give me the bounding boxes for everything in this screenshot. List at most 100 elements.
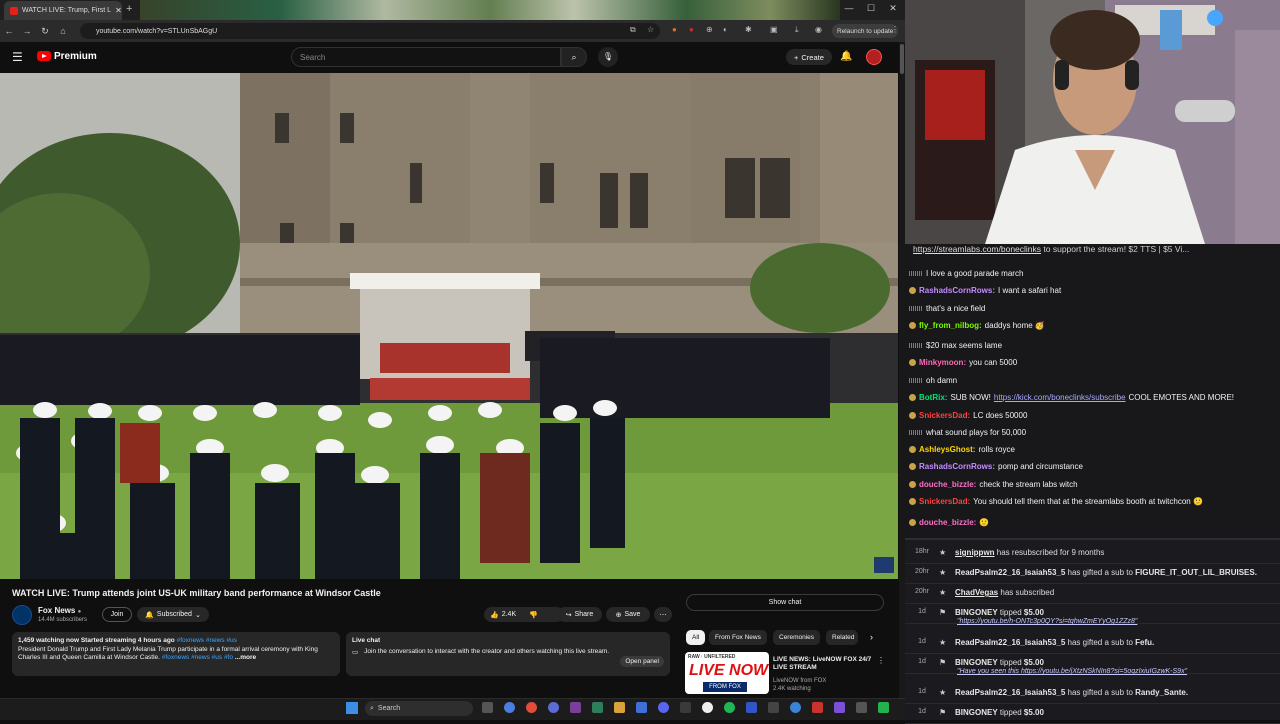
chip-all[interactable]: All (686, 630, 706, 645)
youtube-logo-icon[interactable] (37, 51, 51, 61)
save-button[interactable]: ⊕ Save (606, 607, 650, 622)
app-icon[interactable] (834, 702, 845, 713)
obs-icon[interactable] (702, 702, 713, 713)
chat-link[interactable]: https://kick.com/boneclinks/subscribe (994, 393, 1126, 402)
chat-username[interactable]: douche_bizzle: (919, 480, 976, 489)
event-message[interactable]: "https://youtu.be/h-ONTc3p0QY?si=tqhwZmE… (957, 618, 1137, 625)
event-user[interactable]: ChadVegas (955, 588, 998, 597)
chat-username[interactable]: douche_bizzle: (919, 518, 976, 527)
more-actions-icon[interactable]: ⋯ (654, 607, 672, 622)
browser-menu-icon[interactable]: ⋮ (891, 25, 899, 34)
chat-username[interactable]: RashadsCornRows: (919, 286, 995, 295)
app-icon[interactable] (636, 702, 647, 713)
app-icon[interactable] (680, 702, 691, 713)
chat-banner-link[interactable]: https://streamlabs.com/boneclinks (913, 244, 1041, 254)
home-icon[interactable]: ⌂ (54, 26, 72, 36)
maximize-icon[interactable]: ☐ (860, 3, 882, 14)
bookmark-star-icon[interactable]: ☆ (647, 25, 654, 34)
extensions-puzzle-icon[interactable]: ✱ (745, 25, 752, 34)
chip-related[interactable]: Related (826, 630, 858, 645)
event-user[interactable]: ReadPsalm22_16_Isaiah53_5 (955, 568, 1065, 577)
video-player[interactable] (0, 73, 898, 579)
forward-icon[interactable]: → (18, 26, 36, 36)
browser-tab[interactable]: WATCH LIVE: Trump, First L ✕ (4, 1, 122, 20)
show-chat-button[interactable]: Show chat (686, 594, 884, 611)
avatar[interactable] (866, 49, 882, 65)
windows-start-icon[interactable] (346, 702, 358, 714)
event-user[interactable]: ReadPsalm22_16_Isaiah53_5 (955, 688, 1065, 697)
download-icon[interactable]: ⤓ (795, 25, 799, 35)
event-user[interactable]: BINGONEY (955, 658, 998, 667)
event-user[interactable]: signippwn (955, 548, 995, 557)
spotify-icon[interactable] (724, 702, 735, 713)
app-icon[interactable] (878, 702, 889, 713)
chat-username[interactable]: RashadsCornRows: (919, 462, 995, 471)
chrome-icon[interactable] (526, 702, 537, 713)
chip-from-fox-news[interactable]: From Fox News (709, 630, 767, 645)
like-icon[interactable]: 👍 (490, 611, 499, 619)
chat-username[interactable]: AshleysGhost: (919, 445, 975, 454)
close-tab-icon[interactable]: ✕ (115, 6, 122, 15)
scrollbar-thumb[interactable] (900, 44, 904, 74)
extension-icon[interactable]: ◐ (723, 25, 728, 34)
chat-username[interactable]: SnickersDad: (919, 411, 970, 420)
youtube-premium-label[interactable]: Premium (54, 51, 97, 62)
microphone-icon[interactable]: 🎙 (598, 47, 618, 67)
hamburger-menu-icon[interactable]: ☰ (12, 50, 23, 64)
edge-icon[interactable] (504, 702, 515, 713)
event-user[interactable]: ReadPsalm22_16_Isaiah53_5 (955, 638, 1065, 647)
extension-icon[interactable]: ● (689, 25, 694, 34)
back-icon[interactable]: ← (0, 26, 18, 36)
app-icon[interactable] (592, 702, 603, 713)
recommended-menu-icon[interactable]: ⋮ (877, 656, 885, 665)
new-tab-icon[interactable]: + (126, 3, 132, 15)
app-icon[interactable] (570, 702, 581, 713)
recommended-channel[interactable]: LiveNOW from FOX (773, 678, 826, 684)
app-icon[interactable] (548, 702, 559, 713)
chevron-right-icon[interactable]: › (870, 632, 873, 642)
app-icon[interactable] (746, 702, 757, 713)
install-icon[interactable]: ⧉ (630, 25, 636, 35)
open-panel-button[interactable]: Open panel (620, 656, 664, 667)
event-user[interactable]: BINGONEY (955, 708, 998, 717)
app-icon[interactable] (790, 702, 801, 713)
chip-ceremonies[interactable]: Ceremonies (773, 630, 821, 645)
chat-username[interactable]: fly_from_nilbog: (919, 321, 982, 330)
task-view-icon[interactable] (482, 702, 493, 713)
description-box[interactable]: 1,459 watching now Started streaming 4 h… (12, 632, 340, 676)
notifications-bell-icon[interactable]: 🔔 (840, 51, 852, 62)
reload-icon[interactable]: ↻ (36, 26, 54, 37)
profile-icon[interactable]: ◉ (815, 25, 822, 34)
channel-name[interactable]: Fox News ● (38, 606, 81, 615)
more-link[interactable]: ...more (235, 654, 256, 661)
like-count[interactable]: 2.4K (502, 611, 516, 618)
channel-avatar[interactable] (12, 605, 32, 625)
recommended-thumbnail[interactable]: RAW · UNFILTERED LIVE NOW FROM FOX (685, 652, 769, 694)
create-button[interactable]: + Create (786, 49, 832, 65)
subscribed-button[interactable]: 🔔 Subscribed ⌄ (137, 607, 209, 622)
extension-icon[interactable]: ● (672, 25, 677, 34)
sidebar-icon[interactable]: ▣ (770, 25, 778, 34)
dislike-icon[interactable]: 👎 (529, 611, 538, 619)
file-explorer-icon[interactable] (614, 702, 625, 713)
app-icon[interactable] (768, 702, 779, 713)
share-button[interactable]: ↪ Share (557, 607, 602, 622)
desc-tags[interactable]: #foxnews #news #us (177, 637, 237, 644)
close-window-icon[interactable]: ✕ (882, 3, 904, 14)
search-icon[interactable]: ⌕ (561, 47, 587, 67)
discord-icon[interactable] (658, 702, 669, 713)
recommended-title[interactable]: LIVE NEWS: LiveNOW FOX 24/7 LIVE STREAM (773, 656, 883, 672)
app-icon[interactable] (856, 702, 867, 713)
event-message[interactable]: "Have you seen this https://youtu.be/jXt… (957, 668, 1187, 675)
taskbar-search[interactable]: ⌕ Search (365, 701, 473, 716)
search-input[interactable]: Search (291, 47, 561, 67)
extension-icon[interactable]: ⊕ (706, 25, 713, 34)
join-button[interactable]: Join (102, 607, 132, 622)
app-icon[interactable] (812, 702, 823, 713)
chat-username[interactable]: BotRix: (919, 393, 947, 402)
url-field[interactable]: youtube.com/watch?v=STLUnSbAGgU (80, 23, 660, 39)
chat-username[interactable]: Minkymoon: (919, 358, 966, 367)
event-user[interactable]: BINGONEY (955, 608, 998, 617)
chat-username[interactable]: SnickersDad: (919, 497, 970, 506)
minimize-icon[interactable]: — (838, 3, 860, 13)
